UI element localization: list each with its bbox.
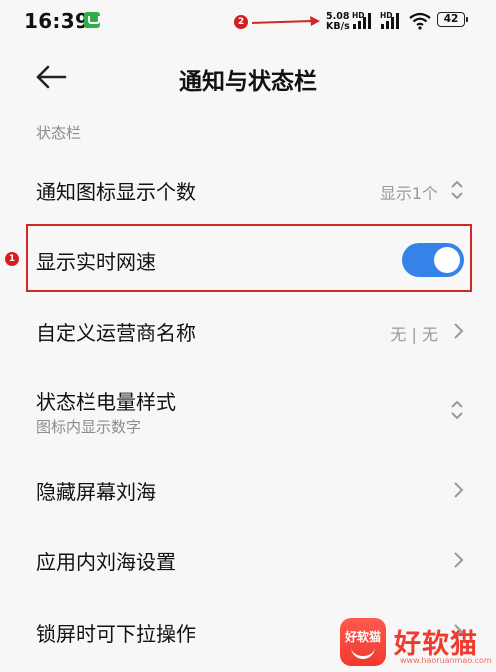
setting-notification-icon-count[interactable]: 通知图标显示个数 显示1个 [0,162,496,218]
wechat-notification-icon [84,12,100,28]
watermark-url: www.haoruanmao.com [400,656,492,665]
setting-sub-label: 图标内显示数字 [36,418,142,436]
setting-label: 状态栏电量样式 [36,390,176,414]
wifi-icon [409,12,431,30]
status-bar: 16:39 2 5.08 KB/s HD HD 42 [0,0,496,44]
setting-label: 显示实时网速 [36,250,156,274]
setting-value: 无 | 无 [390,325,438,344]
watermark-logo: 好软猫 [340,618,386,666]
toggle-knob [434,247,460,273]
setting-hide-notch[interactable]: 隐藏屏幕刘海 [0,462,496,518]
realtime-speed-toggle[interactable] [402,243,464,277]
chevron-right-icon [454,482,464,498]
setting-label: 应用内刘海设置 [36,550,176,574]
setting-carrier-name[interactable]: 自定义运营商名称 无 | 无 [0,303,496,359]
setting-value: 显示1个 [379,184,438,203]
setting-label: 锁屏时可下拉操作 [36,622,196,646]
updown-chevron-icon [451,180,463,200]
chevron-right-icon [454,552,464,568]
chevron-right-icon [454,323,464,339]
signal-icon [353,13,371,29]
status-time: 16:39 [24,9,90,33]
annotation-arrow-icon [251,16,320,26]
network-speed: 5.08 KB/s [326,12,350,32]
setting-label: 自定义运营商名称 [36,321,196,345]
signal-icon-2 [381,13,399,29]
setting-label: 通知图标显示个数 [36,180,196,204]
annotation-marker-2: 2 [234,15,248,29]
setting-battery-style[interactable]: 状态栏电量样式 图标内显示数字 [0,378,496,444]
watermark-smile-icon [351,645,375,659]
setting-app-notch[interactable]: 应用内刘海设置 [0,532,496,588]
section-label-statusbar: 状态栏 [36,124,82,142]
updown-chevron-icon [451,400,463,420]
battery-icon: 42 [437,12,468,27]
watermark-logo-caption: 好软猫 [344,630,381,644]
network-speed-unit: KB/s [326,21,350,32]
setting-label: 隐藏屏幕刘海 [36,480,156,504]
page-title: 通知与状态栏 [179,69,317,95]
